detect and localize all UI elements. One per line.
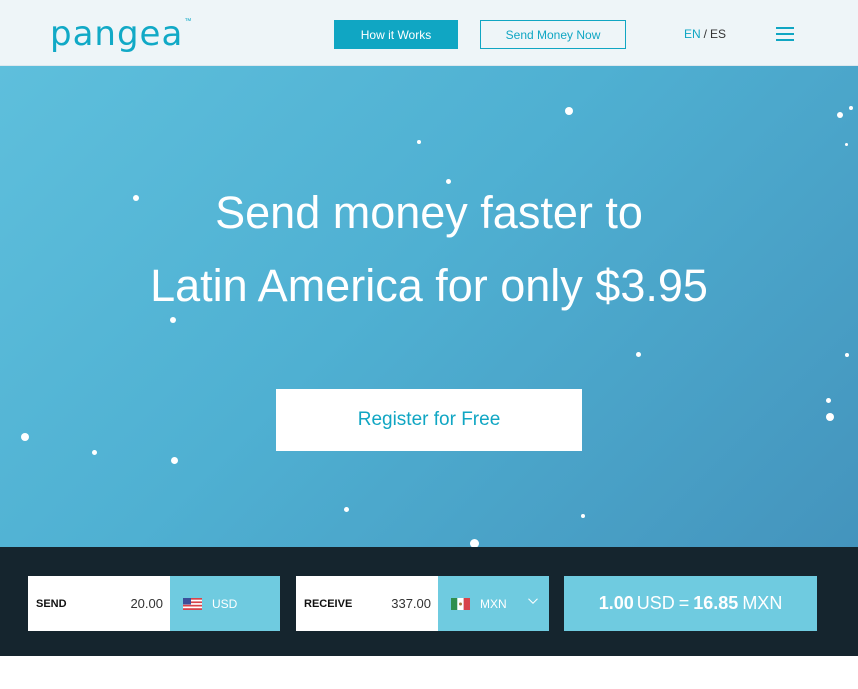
send-amount-group: SEND 20.00 USD xyxy=(28,576,280,631)
language-es-link[interactable]: ES xyxy=(710,27,726,41)
send-label: SEND xyxy=(36,597,67,610)
decorative-dot xyxy=(344,507,349,512)
headline-line-1: Send money faster to xyxy=(215,187,643,238)
receive-label: RECEIVE xyxy=(304,597,353,610)
chevron-down-icon[interactable] xyxy=(527,595,539,607)
send-amount-field[interactable]: SEND 20.00 xyxy=(28,576,170,631)
receive-currency-dropdown[interactable]: MXN xyxy=(438,576,549,631)
site-header: pangea ™ How it Works Send Money Now EN /… xyxy=(0,0,858,66)
decorative-dot xyxy=(171,457,178,464)
receive-amount-value[interactable]: 337.00 xyxy=(391,596,431,611)
hero-section: Send money faster to Latin America for o… xyxy=(0,66,858,547)
register-for-free-button[interactable]: Register for Free xyxy=(276,389,582,451)
decorative-dot xyxy=(470,539,479,547)
decorative-dot xyxy=(845,143,848,146)
logo-wordmark: pangea xyxy=(50,14,184,54)
transfer-calculator: SEND 20.00 USD RECEIVE 337.00 MXN 1.00 U… xyxy=(0,547,858,656)
decorative-dot xyxy=(845,353,849,357)
decorative-dot xyxy=(92,450,97,455)
rate-from-currency: USD xyxy=(636,593,675,613)
receive-amount-group: RECEIVE 337.00 MXN xyxy=(296,576,549,631)
rate-to-currency: MXN xyxy=(742,593,783,613)
hamburger-menu-icon[interactable] xyxy=(776,27,794,41)
pangea-logo[interactable]: pangea ™ xyxy=(50,17,191,51)
send-currency-selector[interactable]: USD xyxy=(170,576,280,631)
send-amount-value[interactable]: 20.00 xyxy=(130,596,163,611)
receive-currency-code: MXN xyxy=(480,596,507,611)
decorative-dot xyxy=(849,106,853,110)
decorative-dot xyxy=(826,413,834,421)
exchange-rate-display: 1.00 USD = 16.85 MXN xyxy=(564,576,817,631)
receive-amount-field[interactable]: RECEIVE 337.00 xyxy=(296,576,438,631)
send-money-now-button[interactable]: Send Money Now xyxy=(480,20,626,49)
decorative-dot xyxy=(837,112,843,118)
headline-line-2: Latin America for only $3.95 xyxy=(150,260,708,311)
rate-equals-sign: = xyxy=(678,593,690,613)
rate-to-value: 16.85 xyxy=(693,593,739,613)
us-flag-icon xyxy=(183,597,202,610)
how-it-works-button[interactable]: How it Works xyxy=(334,20,458,49)
send-currency-code: USD xyxy=(212,596,238,611)
decorative-dot xyxy=(826,398,831,403)
mx-flag-icon xyxy=(451,597,470,610)
language-en-link[interactable]: EN xyxy=(684,27,701,41)
decorative-dot xyxy=(565,107,573,115)
decorative-dot xyxy=(581,514,585,518)
decorative-dot xyxy=(21,433,29,441)
rate-from-value: 1.00 xyxy=(598,593,634,613)
logo-trademark: ™ xyxy=(184,18,192,25)
hero-headline: Send money faster to Latin America for o… xyxy=(0,176,858,322)
decorative-dot xyxy=(636,352,641,357)
language-switcher: EN / ES xyxy=(684,27,726,41)
decorative-dot xyxy=(417,140,421,144)
language-separator: / xyxy=(703,27,708,41)
